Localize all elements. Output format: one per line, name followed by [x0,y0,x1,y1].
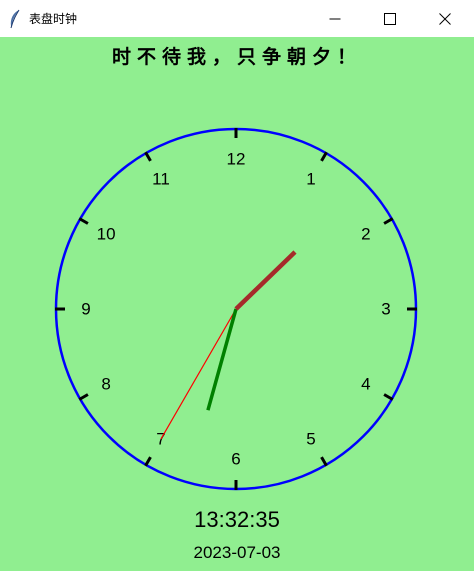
title-bar[interactable]: 表盘时钟 [0,0,474,37]
hour-tick [320,456,328,467]
maximize-button[interactable] [363,0,417,37]
hour-tick [78,217,89,225]
hour-tick [144,456,152,467]
clock-numeral: 11 [152,170,170,189]
window-title: 表盘时钟 [29,12,78,26]
clock-numeral: 10 [97,225,116,244]
analog-clock: 121234567891011 [54,127,418,491]
clock-numeral: 9 [81,300,90,319]
clock-numeral: 5 [306,429,315,448]
hour-hand [234,250,297,311]
minimize-button[interactable] [308,0,362,37]
clock-numeral: 4 [361,375,370,394]
close-button[interactable] [418,0,472,37]
minute-hand [206,308,238,411]
clock-numeral: 1 [306,170,315,189]
feather-icon [10,9,20,29]
digital-time: 13:32:35 [194,507,280,532]
date-text: 2023-07-03 [193,543,281,562]
clock-hands [160,250,297,440]
hour-tick [383,393,394,401]
hour-tick [78,393,89,401]
clock-canvas: 时不待我，只争朝夕！ 121234567891011 13:32:35 2023… [0,37,474,571]
clock-numeral: 2 [361,225,370,244]
hour-tick [144,151,152,162]
clock-numeral: 3 [381,300,390,319]
minimize-icon [329,18,341,19]
close-icon [439,12,451,25]
clock-numeral: 6 [231,450,240,469]
clock-numeral: 8 [101,375,110,394]
clock-numeral: 12 [227,150,246,169]
hour-tick [383,217,394,225]
second-hand [160,308,237,440]
maximize-icon [384,12,396,25]
hour-tick [320,151,328,162]
